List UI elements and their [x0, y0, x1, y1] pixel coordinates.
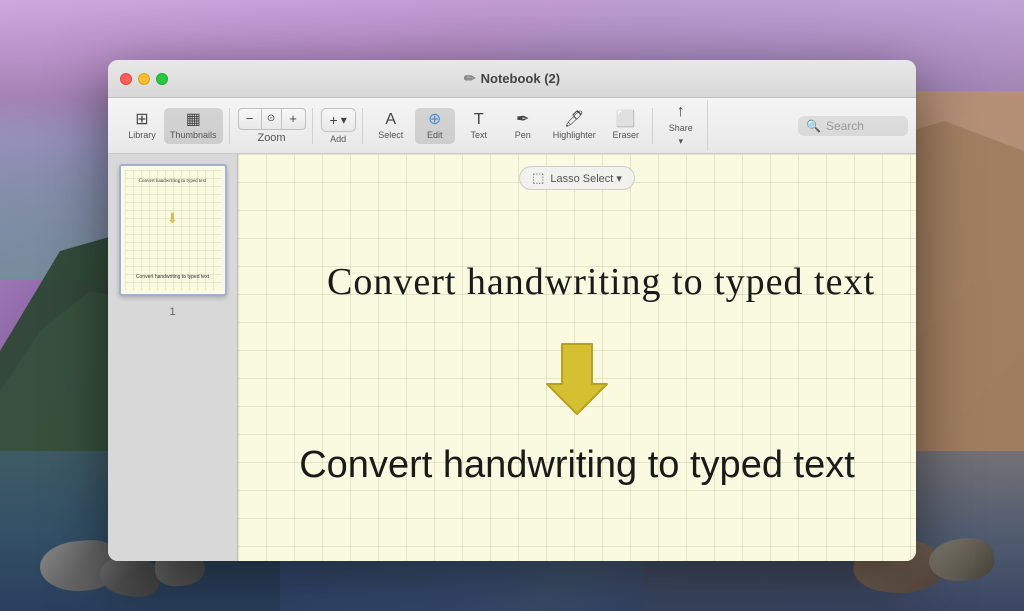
- typed-area: Convert handwriting to typed text: [238, 444, 916, 487]
- zoom-in-button[interactable]: +: [282, 108, 306, 130]
- toolbar-add-group: + ▾ Add: [315, 108, 363, 144]
- toolbar-library-group: ⊞ Library ▦ Thumbnails: [116, 108, 230, 144]
- minimize-button[interactable]: [138, 73, 150, 85]
- edit-icon: ⊕: [428, 112, 441, 128]
- eraser-icon: ⬜: [616, 112, 636, 128]
- window-title-text: Notebook (2): [481, 71, 560, 86]
- notebook-icon: ✏: [464, 70, 476, 87]
- typed-text: Convert handwriting to typed text: [299, 444, 855, 487]
- toolbar-zoom-group: − ⊙ + Zoom: [232, 108, 313, 144]
- eraser-button[interactable]: ⬜ Eraser: [606, 108, 646, 144]
- handwritten-area: Convert handwriting to typed text: [238, 239, 916, 319]
- share-label: Share: [669, 123, 693, 133]
- zoom-out-button[interactable]: −: [238, 108, 262, 130]
- svg-text:Convert handwriting to type: Convert handwriting to typed text: [327, 261, 875, 303]
- highlighter-label: Highlighter: [553, 130, 596, 140]
- share-button[interactable]: ↑ Share ▾: [661, 100, 701, 151]
- close-button[interactable]: [120, 73, 132, 85]
- thumbnail-typed: Convert handwriting to typed text: [129, 274, 217, 280]
- thumbnails-icon: ▦: [186, 112, 201, 128]
- lasso-label: Lasso Select ▾: [550, 172, 622, 185]
- select-button[interactable]: A Select: [371, 108, 411, 144]
- edit-button[interactable]: ⊕ Edit: [415, 108, 455, 144]
- window-title: ✏ Notebook (2): [464, 70, 560, 87]
- search-placeholder: Search: [826, 119, 864, 133]
- share-chevron: ▾: [679, 136, 684, 147]
- library-button[interactable]: ⊞ Library: [122, 108, 162, 144]
- eraser-label: Eraser: [613, 130, 640, 140]
- zoom-fit-button[interactable]: ⊙: [262, 108, 282, 130]
- zoom-label: Zoom: [257, 132, 285, 144]
- app-window: ✏ Notebook (2) ⊞ Library ▦ Thumbnails − …: [108, 60, 916, 561]
- highlighter-button[interactable]: 🖊 Highlighter: [547, 108, 602, 144]
- thumbnails-label: Thumbnails: [170, 130, 217, 140]
- pen-icon: ✒: [516, 112, 529, 128]
- text-button[interactable]: T Text: [459, 108, 499, 144]
- thumbnails-button[interactable]: ▦ Thumbnails: [164, 108, 223, 144]
- content-area: Convert handwriting to typed text ⬇ Conv…: [108, 154, 916, 561]
- toolbar-tools-group: A Select ⊕ Edit T Text ✒ Pen 🖊 Highlight…: [365, 108, 653, 144]
- library-label: Library: [128, 130, 156, 140]
- thumbnail-preview: Convert handwriting to typed text ⬇ Conv…: [125, 170, 221, 290]
- highlighter-icon: 🖊: [564, 112, 584, 128]
- handwritten-svg: Convert handwriting to typed text: [277, 239, 877, 319]
- title-bar: ✏ Notebook (2): [108, 60, 916, 98]
- maximize-button[interactable]: [156, 73, 168, 85]
- add-button[interactable]: + ▾: [321, 108, 356, 132]
- main-canvas[interactable]: ⬚ Lasso Select ▾ Convert handwriting to …: [238, 154, 916, 561]
- text-label: Text: [470, 130, 487, 140]
- add-icon: +: [330, 112, 338, 128]
- lasso-icon: ⬚: [532, 170, 544, 186]
- toolbar: ⊞ Library ▦ Thumbnails − ⊙ + Zoom: [108, 98, 916, 154]
- page-number: 1: [169, 306, 175, 318]
- arrow-area: [537, 339, 617, 419]
- add-label: Add: [330, 134, 346, 144]
- arrow-svg: [537, 339, 617, 419]
- traffic-lights: [120, 73, 168, 85]
- pen-button[interactable]: ✒ Pen: [503, 108, 543, 144]
- add-chevron: ▾: [341, 113, 347, 127]
- page-thumbnail-1[interactable]: Convert handwriting to typed text ⬇ Conv…: [119, 164, 227, 296]
- select-label: Select: [378, 130, 403, 140]
- search-box[interactable]: 🔍 Search: [798, 116, 908, 136]
- edit-label: Edit: [427, 130, 443, 140]
- thumbnail-handwritten: Convert handwriting to typed text: [129, 178, 217, 185]
- select-icon: A: [385, 112, 396, 128]
- share-icon: ↑: [677, 104, 685, 120]
- library-icon: ⊞: [135, 112, 148, 128]
- pen-label: Pen: [515, 130, 531, 140]
- thumbnail-arrow: ⬇: [167, 210, 179, 227]
- sidebar: Convert handwriting to typed text ⬇ Conv…: [108, 154, 238, 561]
- lasso-select-button[interactable]: ⬚ Lasso Select ▾: [519, 166, 635, 190]
- search-icon: 🔍: [806, 119, 821, 133]
- toolbar-share-group: ↑ Share ▾: [655, 100, 708, 151]
- zoom-controls: − ⊙ +: [238, 108, 306, 130]
- text-icon: T: [474, 112, 484, 128]
